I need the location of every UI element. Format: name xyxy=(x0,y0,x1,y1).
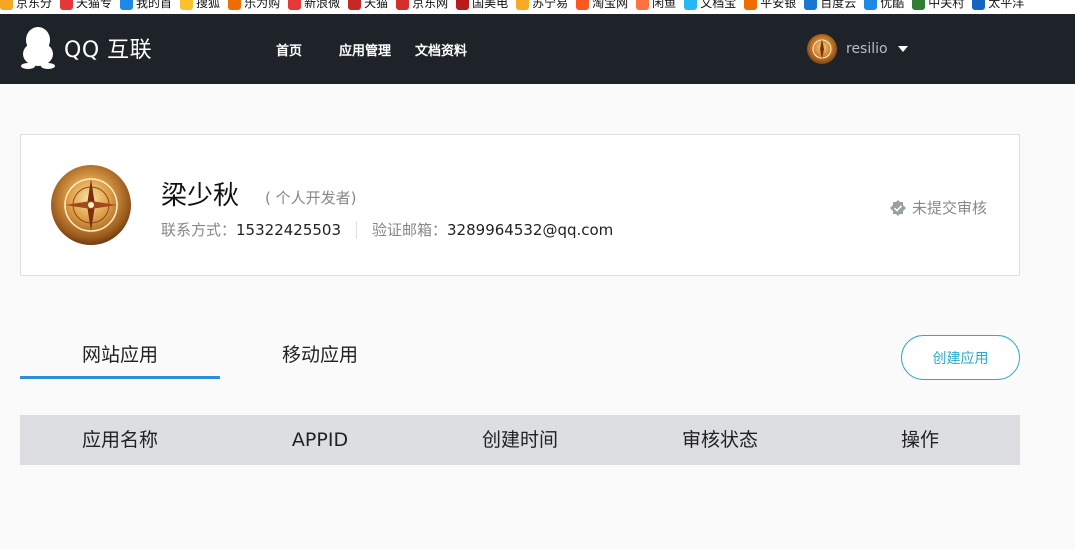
bookmark-label: 苏宁易 xyxy=(532,0,569,10)
bookmark-favicon-icon xyxy=(864,0,878,10)
nav-home[interactable]: 首页 xyxy=(276,40,302,59)
app-tabs: 网站应用 移动应用 xyxy=(20,336,420,379)
bookmark-label: 闲鱼 xyxy=(652,0,677,10)
bookmark-label: 京东分 xyxy=(16,0,53,10)
bookmark-label: 我的首 xyxy=(136,0,173,10)
bookmark-item[interactable]: 搜狐 xyxy=(180,0,220,12)
tab-website-apps[interactable]: 网站应用 xyxy=(20,336,220,379)
bookmark-favicon-icon xyxy=(576,0,590,10)
bookmark-favicon-icon xyxy=(684,0,698,10)
bookmark-item[interactable]: 国美电 xyxy=(456,0,508,12)
bookmark-item[interactable]: 平安银 xyxy=(744,0,796,12)
bookmark-favicon-icon xyxy=(0,0,13,10)
bookmarks-bar: 京东分 天猫专 我的首 搜狐 乐为购 新浪微 天猫 京东网 国美电 苏宁易 淘宝网 闲鱼 文档宝 平安银 百… xyxy=(0,0,1075,14)
bookmark-item[interactable]: 中关村 xyxy=(912,0,964,12)
verified-badge-icon xyxy=(889,199,906,216)
contact-value: 15322425503 xyxy=(236,220,341,239)
bookmark-favicon-icon xyxy=(804,0,818,10)
bookmark-label: 太平洋 xyxy=(988,0,1025,10)
bookmark-favicon-icon xyxy=(348,0,362,10)
bookmark-item[interactable]: 乐为购 xyxy=(228,0,280,12)
column-actions: 操作 xyxy=(900,429,939,451)
nav-docs[interactable]: 文档资料 xyxy=(415,40,467,59)
bookmark-label: 优酷 xyxy=(880,0,905,10)
tab-mobile-apps[interactable]: 移动应用 xyxy=(220,336,420,379)
column-app-name: 应用名称 xyxy=(81,429,158,451)
bookmark-item[interactable]: 闲鱼 xyxy=(636,0,676,12)
create-app-button[interactable]: 创建应用 xyxy=(901,335,1020,380)
bookmark-item[interactable]: 百度云 xyxy=(804,0,856,12)
email-label: 验证邮箱： xyxy=(372,221,448,239)
bookmark-favicon-icon xyxy=(516,0,530,10)
username: resilio xyxy=(846,41,888,57)
bookmark-favicon-icon xyxy=(120,0,134,10)
bookmark-label: 中关村 xyxy=(928,0,965,10)
bookmark-item[interactable]: 苏宁易 xyxy=(516,0,568,12)
profile-card: 梁少秋 ( 个人开发者) 联系方式： 15322425503 验证邮箱： 328… xyxy=(20,134,1020,276)
bookmark-item[interactable]: 天猫 xyxy=(348,0,388,12)
contact-label: 联系方式： xyxy=(161,221,237,239)
bookmark-item[interactable]: 太平洋 xyxy=(972,0,1024,12)
bookmark-favicon-icon xyxy=(228,0,242,10)
column-review-status: 审核状态 xyxy=(681,429,758,451)
bookmark-favicon-icon xyxy=(972,0,986,10)
bookmark-favicon-icon xyxy=(60,0,74,10)
user-avatar xyxy=(807,34,837,64)
column-created-time: 创建时间 xyxy=(481,429,558,451)
bookmark-item[interactable]: 文档宝 xyxy=(684,0,736,12)
nav-app-management[interactable]: 应用管理 xyxy=(339,40,391,59)
top-navbar: QQ 互联 首页 应用管理 文档资料 resilio xyxy=(0,14,1075,84)
user-menu[interactable]: resilio xyxy=(807,34,908,64)
bookmark-label: 百度云 xyxy=(820,0,857,10)
chevron-down-icon xyxy=(897,46,908,52)
bookmarks-list: 京东分 天猫专 我的首 搜狐 乐为购 新浪微 天猫 京东网 国美电 苏宁易 淘宝网 闲鱼 文档宝 平安银 百… xyxy=(0,0,1032,14)
bookmark-label: 新浪微 xyxy=(304,0,341,10)
bookmark-label: 乐为购 xyxy=(244,0,281,10)
bookmark-item[interactable]: 天猫专 xyxy=(60,0,112,12)
developer-name: 梁少秋 xyxy=(161,181,240,211)
bookmark-item[interactable]: 新浪微 xyxy=(288,0,340,12)
bookmark-favicon-icon xyxy=(396,0,410,10)
logo[interactable]: QQ 互联 xyxy=(20,26,152,70)
bookmark-label: 天猫 xyxy=(364,0,389,10)
column-appid: APPID xyxy=(291,429,349,451)
main-nav: 首页 应用管理 文档资料 xyxy=(276,40,491,59)
contact-info: 联系方式： 15322425503 验证邮箱： 3289964532@qq.co… xyxy=(161,219,613,240)
apps-table-header: 应用名称 APPID 创建时间 审核状态 操作 xyxy=(20,415,1020,465)
bookmark-favicon-icon xyxy=(456,0,470,10)
bookmark-label: 文档宝 xyxy=(700,0,737,10)
qq-penguin-icon xyxy=(21,27,55,69)
bookmark-item[interactable]: 淘宝网 xyxy=(576,0,628,12)
bookmark-item[interactable]: 京东分 xyxy=(0,0,52,12)
bookmark-label: 国美电 xyxy=(472,0,509,10)
profile-avatar xyxy=(51,165,131,245)
bookmark-favicon-icon xyxy=(636,0,650,10)
review-status-text: 未提交审核 xyxy=(911,199,987,217)
bookmark-item[interactable]: 优酷 xyxy=(864,0,904,12)
bookmark-label: 天猫专 xyxy=(76,0,113,10)
bookmark-label: 平安银 xyxy=(760,0,797,10)
bookmark-favicon-icon xyxy=(288,0,302,10)
review-status: 未提交审核 xyxy=(889,197,987,218)
divider xyxy=(356,220,357,239)
bookmark-label: 淘宝网 xyxy=(592,0,629,10)
logo-text: QQ 互联 xyxy=(64,38,153,63)
bookmark-item[interactable]: 京东网 xyxy=(396,0,448,12)
email-value: 3289964532@qq.com xyxy=(447,220,614,239)
developer-role: ( 个人开发者) xyxy=(265,189,357,207)
bookmark-favicon-icon xyxy=(912,0,926,10)
bookmark-item[interactable]: 我的首 xyxy=(120,0,172,12)
bookmark-label: 京东网 xyxy=(412,0,449,10)
bookmark-favicon-icon xyxy=(180,0,194,10)
bookmark-favicon-icon xyxy=(744,0,758,10)
bookmark-label: 搜狐 xyxy=(196,0,221,10)
